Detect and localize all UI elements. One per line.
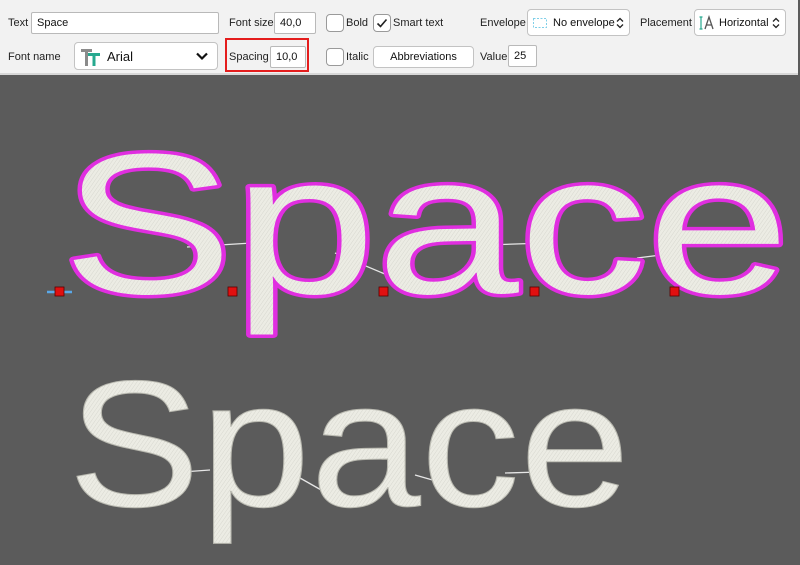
preview-text-object[interactable]: Space (68, 344, 631, 546)
text-input[interactable] (31, 12, 219, 34)
preview-text-glyphs[interactable]: Space (68, 344, 631, 546)
spacing-input[interactable] (270, 46, 306, 68)
horizontal-text-icon (699, 14, 715, 31)
up-down-chevron-icon (772, 17, 780, 29)
text-properties-toolbar: Text Font name Arial Font size Spacing B… (0, 0, 798, 75)
letter-anchor-handle[interactable] (227, 286, 238, 297)
value-label: Value (480, 51, 508, 63)
italic-label: Italic (346, 51, 369, 63)
selected-text-glyphs[interactable]: Space (59, 110, 794, 340)
letter-anchor-handle[interactable] (529, 286, 540, 297)
font-type-icon (79, 45, 103, 67)
envelope-none-icon (533, 17, 547, 28)
letter-anchor-handle[interactable] (378, 286, 389, 297)
smart-text-checkbox[interactable] (373, 14, 391, 32)
start-anchor-handle[interactable] (54, 286, 65, 297)
chevron-down-icon (195, 49, 209, 63)
up-down-chevron-icon (616, 17, 624, 29)
font-name-value: Arial (107, 48, 134, 64)
checkmark-icon (376, 18, 388, 28)
spacing-label: Spacing (229, 51, 269, 63)
envelope-label: Envelope (480, 17, 526, 29)
letter-anchor-handle[interactable] (669, 286, 680, 297)
envelope-dropdown[interactable]: No envelope (527, 9, 630, 36)
design-canvas[interactable]: Space Space (0, 75, 800, 565)
placement-dropdown[interactable]: Horizontal (694, 9, 786, 36)
selected-text-object[interactable]: Space (47, 110, 794, 340)
font-size-input[interactable] (274, 12, 316, 34)
text-label: Text (8, 17, 29, 29)
font-name-dropdown[interactable]: Arial (74, 42, 218, 70)
placement-label: Placement (640, 17, 692, 29)
value-input[interactable] (508, 45, 537, 67)
envelope-value: No envelope (553, 16, 615, 29)
abbreviations-button[interactable]: Abbreviations (373, 46, 474, 68)
italic-checkbox[interactable] (326, 48, 344, 66)
placement-value: Horizontal (719, 16, 769, 29)
font-name-label: Font name (8, 51, 61, 63)
bold-label: Bold (346, 17, 369, 29)
font-size-label: Font size (229, 17, 274, 29)
bold-checkbox[interactable] (326, 14, 344, 32)
smart-text-label: Smart text (393, 17, 444, 29)
